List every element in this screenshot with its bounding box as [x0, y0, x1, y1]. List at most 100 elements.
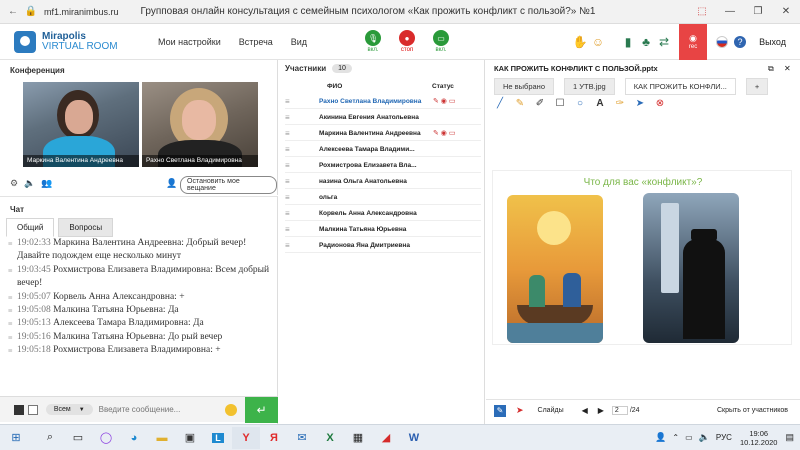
mic-toggle[interactable]: 🎙 вкл.: [361, 30, 385, 53]
prev-slide-icon[interactable]: ◀: [582, 406, 588, 415]
calculator-icon[interactable]: ▦: [344, 427, 372, 449]
share-icon[interactable]: ⇄: [655, 33, 673, 51]
back-arrow-icon[interactable]: ←: [6, 5, 20, 19]
menu-meeting[interactable]: Встреча: [239, 37, 273, 47]
participant-row[interactable]: ≡ ольга: [285, 190, 481, 205]
pdf-icon[interactable]: ◢: [372, 427, 400, 449]
drag-handle-icon[interactable]: ≡: [285, 97, 299, 106]
volume-icon[interactable]: 🔈: [699, 432, 710, 443]
language-flag-icon[interactable]: [713, 33, 731, 51]
participant-row[interactable]: ≡ Маркина Валентина Андреевна ✎ ◉ ▭: [285, 126, 481, 141]
pencil-tool-icon[interactable]: ✎: [510, 98, 530, 109]
group-icon[interactable]: 👥: [41, 178, 52, 189]
slide-view[interactable]: Что для вас «конфликт»?: [492, 170, 792, 345]
line-tool-icon[interactable]: ╱: [490, 98, 510, 109]
speaker-icon[interactable]: 🔈: [24, 178, 35, 189]
participant-row[interactable]: ≡ Рохмистрова Елизавета Вла...: [285, 158, 481, 173]
raise-hand-icon[interactable]: ✋: [571, 33, 589, 51]
explorer-icon[interactable]: ▬: [148, 427, 176, 449]
rectangle-tool-icon[interactable]: ☐: [550, 98, 570, 109]
draw-mode-icon[interactable]: ✎: [494, 404, 506, 417]
record-button[interactable]: ◉ rec: [679, 23, 708, 60]
people-icon[interactable]: 👤: [655, 432, 666, 443]
text-color-icon[interactable]: [14, 404, 24, 415]
marker-tool-icon[interactable]: ✐: [530, 98, 550, 109]
drag-handle-icon[interactable]: ≡: [285, 145, 299, 154]
tab-not-selected[interactable]: Не выбрано: [494, 78, 554, 95]
windows-start-icon[interactable]: ⊞: [2, 427, 30, 449]
stop-broadcast-button[interactable]: Остановить мое вещание: [180, 176, 277, 194]
webcam-settings-icon[interactable]: ⚙: [10, 178, 18, 189]
maximize-icon[interactable]: ❐: [744, 6, 772, 17]
clear-tool-icon[interactable]: ⊗: [650, 98, 670, 109]
tab-questions[interactable]: Вопросы: [58, 218, 114, 237]
alice-icon[interactable]: ◯: [92, 427, 120, 449]
participant-row[interactable]: ≡ Корвель Анна Александровна: [285, 206, 481, 221]
close-icon[interactable]: ✕: [772, 6, 800, 17]
tab-presentation-file[interactable]: КАК ПРОЖИТЬ КОНФЛИ...: [624, 78, 736, 95]
mail-icon[interactable]: ✉: [288, 427, 316, 449]
page-current[interactable]: 2: [611, 406, 628, 415]
bg-color-icon[interactable]: [27, 404, 38, 415]
video-tile[interactable]: Рахно Светлана Владимировна: [142, 82, 258, 167]
edge-icon[interactable]: ◕: [120, 427, 148, 449]
extension-icon[interactable]: ⬚: [688, 6, 716, 17]
send-button[interactable]: ↵: [245, 396, 279, 423]
drag-handle-icon[interactable]: ≡: [285, 193, 299, 202]
recipient-select[interactable]: Всем ▼: [45, 404, 93, 415]
pointer-mode-icon[interactable]: ➤: [516, 405, 524, 416]
drag-handle-icon[interactable]: ≡: [285, 161, 299, 170]
slides-label[interactable]: Слайды: [538, 407, 564, 414]
word-icon[interactable]: W: [400, 427, 428, 449]
popout-icon[interactable]: ⧉: [768, 64, 774, 74]
hide-from-participants[interactable]: Скрыть от участников: [717, 407, 788, 414]
drag-handle-icon[interactable]: ≡: [285, 241, 299, 250]
store-icon[interactable]: ▣: [176, 427, 204, 449]
l-app-icon[interactable]: L: [204, 427, 232, 449]
emoji-picker-icon[interactable]: [225, 403, 238, 416]
next-slide-icon[interactable]: ▶: [598, 406, 604, 415]
yandex-browser-icon[interactable]: Y: [232, 426, 260, 449]
url-text[interactable]: mf1.miranimbus.ru: [44, 7, 119, 17]
participant-row[interactable]: ≡ Алексеева Тамара Владими...: [285, 142, 481, 157]
participant-row[interactable]: ≡ Акинина Евгения Анатольевна: [285, 110, 481, 125]
menu-view[interactable]: Вид: [291, 37, 307, 47]
help-icon[interactable]: ?: [731, 33, 749, 51]
drag-handle-icon[interactable]: ≡: [285, 129, 299, 138]
participant-row[interactable]: ≡ Рахно Светлана Владимировна ✎ ◉ ▭: [285, 94, 481, 109]
language-indicator[interactable]: РУС: [716, 433, 732, 442]
exit-button[interactable]: Выход: [759, 37, 786, 47]
network-icon[interactable]: ▭: [685, 433, 693, 442]
drag-handle-icon[interactable]: ≡: [285, 113, 299, 122]
poll-chart-icon[interactable]: ▮: [619, 33, 637, 51]
drag-handle-icon[interactable]: ≡: [285, 177, 299, 186]
notifications-icon[interactable]: ▤: [785, 432, 794, 443]
video-tile[interactable]: Маркина Валентина Андреевна: [23, 82, 139, 167]
drag-handle-icon[interactable]: ≡: [285, 209, 299, 218]
yandex-icon[interactable]: Я: [260, 427, 288, 449]
tab-general[interactable]: Общий: [6, 218, 55, 237]
emoji-icon[interactable]: ☺: [589, 33, 607, 51]
circle-tool-icon[interactable]: ○: [570, 98, 590, 109]
search-icon[interactable]: ⌕: [36, 427, 64, 449]
participant-row[interactable]: ≡ Радионова Яна Дмитриевна: [285, 238, 481, 253]
tree-icon[interactable]: ♣: [637, 33, 655, 51]
menu-my-settings[interactable]: Мои настройки: [158, 37, 221, 47]
close-panel-icon[interactable]: ✕: [784, 64, 791, 73]
minimize-icon[interactable]: —: [716, 6, 744, 17]
camera-toggle[interactable]: ▭ вкл.: [429, 30, 453, 53]
text-tool-icon[interactable]: A: [590, 98, 610, 109]
task-view-icon[interactable]: ▭: [64, 427, 92, 449]
participant-row[interactable]: ≡ назина Ольга Анатольевна: [285, 174, 481, 189]
chat-message-input[interactable]: [98, 400, 224, 419]
add-tab-button[interactable]: +: [745, 78, 769, 95]
drag-handle-icon[interactable]: ≡: [285, 225, 299, 234]
pointer-tool-icon[interactable]: ➤: [630, 98, 650, 109]
stop-button[interactable]: ● стоп: [395, 30, 419, 53]
participant-row[interactable]: ≡ Малкина Татьяна Юрьевна: [285, 222, 481, 237]
tray-up-icon[interactable]: ⌃: [672, 433, 679, 442]
highlighter-tool-icon[interactable]: ✑: [610, 98, 630, 109]
excel-icon[interactable]: X: [316, 427, 344, 449]
clock[interactable]: 19:06 10.12.2020: [740, 429, 778, 447]
tab-image-file[interactable]: 1 УТВ.jpg: [564, 78, 615, 95]
